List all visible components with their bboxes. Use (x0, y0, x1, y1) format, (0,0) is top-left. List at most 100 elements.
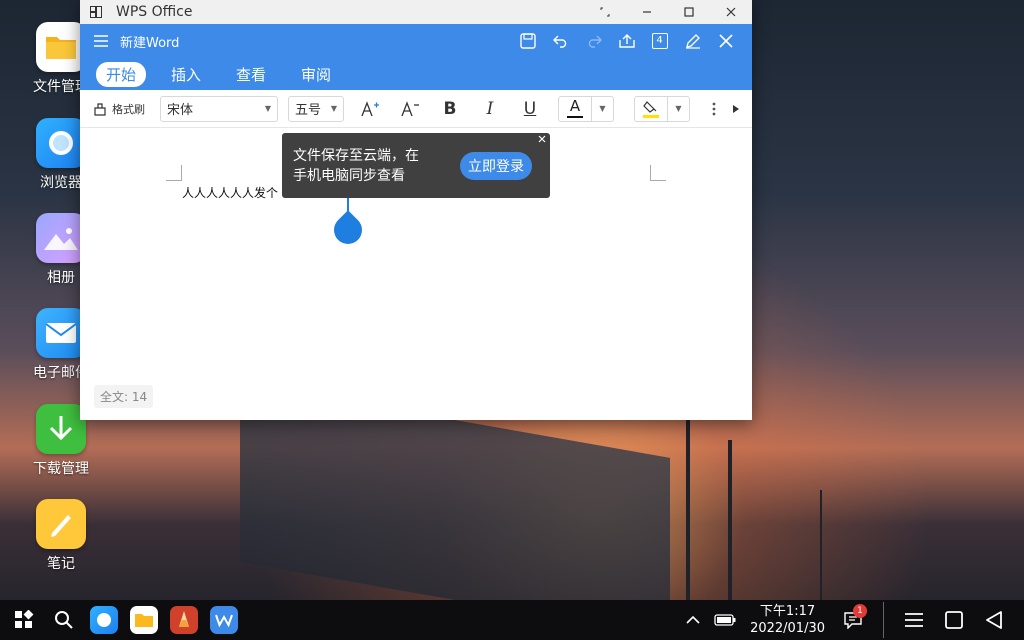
highlight-color-control[interactable]: ▼ (634, 95, 690, 122)
more-options-button[interactable] (700, 94, 728, 124)
menu-icon (905, 613, 923, 627)
gallery-icon (36, 213, 86, 263)
start-button[interactable] (4, 600, 44, 640)
page-margin-mark (650, 165, 666, 181)
bold-icon: B (443, 98, 457, 119)
battery-icon (714, 614, 736, 626)
tooltip-message-line: 文件保存至云端，在 (293, 147, 419, 164)
notification-badge: 1 (853, 604, 867, 618)
redo-button[interactable] (577, 26, 610, 56)
increase-font-button[interactable] (350, 94, 390, 124)
window-titlebar[interactable]: WPS Office (80, 0, 752, 24)
wallpaper-pole (728, 440, 732, 600)
font-name-select[interactable]: 宋体 ▼ (160, 95, 278, 122)
taskbar: 下午1:17 2022/01/30 1 (0, 600, 1024, 640)
maximize-button[interactable] (668, 0, 710, 24)
desktop-icon-label: 下载管理 (33, 461, 89, 477)
tray-expand-button[interactable] (678, 600, 708, 640)
search-button[interactable] (44, 600, 84, 640)
format-painter-button[interactable]: 格式刷 (92, 101, 160, 117)
undo-button[interactable] (544, 26, 577, 56)
login-button[interactable]: 立即登录 (460, 151, 532, 180)
decrease-font-button[interactable] (390, 94, 430, 124)
tab-review[interactable]: 审阅 (291, 62, 341, 87)
bold-button[interactable]: B (430, 94, 470, 124)
cursor-handle[interactable] (328, 210, 368, 250)
italic-button[interactable]: I (470, 94, 510, 124)
back-triangle-icon (986, 611, 1002, 629)
taskbar-file-manager[interactable] (124, 600, 164, 640)
minimize-button[interactable] (626, 0, 668, 24)
toolbar-scroll-right-button[interactable] (728, 94, 744, 124)
font-color-swatch (567, 116, 583, 118)
font-color-button[interactable]: A (559, 99, 591, 118)
wps-header: 新建Word 4 开始 插入 查看 审阅 (80, 24, 752, 90)
word-count[interactable]: 全文: 14 (94, 385, 154, 408)
tooltip-message: 文件保存至云端，在 手机电脑同步查看 (293, 146, 443, 186)
desktop-icon-notes[interactable]: 笔记 (28, 499, 94, 573)
menu-icon[interactable] (94, 35, 108, 47)
share-button[interactable] (610, 26, 643, 56)
format-painter-icon (94, 102, 106, 116)
taskbar-divider (883, 602, 884, 638)
taskbar-drawing-app[interactable] (164, 600, 204, 640)
chevron-down-icon: ▼ (264, 104, 271, 113)
italic-icon: I (486, 98, 494, 119)
battery-indicator[interactable] (708, 600, 742, 640)
save-button[interactable] (511, 26, 544, 56)
wallpaper-pole (820, 490, 822, 600)
font-color-dropdown[interactable]: ▼ (591, 96, 613, 121)
clock-date: 2022/01/30 (750, 621, 825, 636)
tooltip-message-line: 手机电脑同步查看 (293, 167, 405, 184)
highlight-swatch (643, 114, 659, 118)
tab-insert[interactable]: 插入 (161, 62, 211, 87)
recent-apps-button[interactable] (894, 600, 934, 640)
font-color-letter: A (569, 97, 581, 115)
notification-button[interactable]: 1 (833, 600, 873, 640)
font-name-value: 宋体 (167, 103, 194, 118)
tab-home[interactable]: 开始 (96, 61, 147, 87)
tooltip-close-button[interactable] (536, 135, 548, 147)
highlighter-icon (643, 100, 657, 113)
wps-app-icon (90, 6, 102, 18)
document-text[interactable]: 人人人人人人发个 (182, 184, 278, 201)
desktop-icon-label: 笔记 (47, 556, 75, 572)
highlight-dropdown[interactable]: ▼ (667, 96, 689, 121)
back-button[interactable] (974, 600, 1014, 640)
taskbar-browser[interactable] (84, 600, 124, 640)
page-count-button[interactable]: 4 (643, 26, 676, 56)
chevron-down-icon: ▼ (675, 104, 682, 113)
download-icon (36, 404, 86, 454)
tab-view[interactable]: 查看 (226, 62, 276, 87)
mail-icon (36, 308, 86, 358)
drawing-pencil-icon (170, 606, 198, 634)
close-window-button[interactable] (710, 0, 752, 24)
undo-icon (552, 35, 566, 48)
share-icon (618, 34, 635, 48)
redo-icon (588, 35, 602, 48)
close-document-button[interactable] (709, 26, 742, 56)
wps-writer-icon (210, 606, 238, 634)
maximize-icon (684, 7, 694, 17)
pencil-icon (36, 499, 86, 549)
edit-mode-button[interactable] (676, 26, 709, 56)
font-size-select[interactable]: 五号 ▼ (288, 95, 344, 122)
taskbar-wps[interactable] (204, 600, 244, 640)
browser-icon (36, 118, 86, 168)
home-button[interactable] (934, 600, 974, 640)
window-title: WPS Office (116, 4, 193, 20)
folder-icon (130, 606, 158, 634)
font-decrease-icon (401, 100, 419, 116)
font-color-control[interactable]: A ▼ (558, 95, 614, 122)
underline-button[interactable]: U (510, 94, 550, 124)
pen-icon (685, 34, 700, 49)
folder-icon (36, 22, 86, 72)
snap-button[interactable] (584, 0, 626, 24)
highlight-button[interactable] (635, 100, 667, 118)
font-size-value: 五号 (295, 103, 322, 118)
save-icon (519, 33, 536, 49)
search-icon (55, 611, 73, 629)
close-icon (726, 7, 736, 17)
clock-time: 下午1:17 (759, 604, 816, 619)
taskbar-clock[interactable]: 下午1:17 2022/01/30 (750, 603, 825, 637)
